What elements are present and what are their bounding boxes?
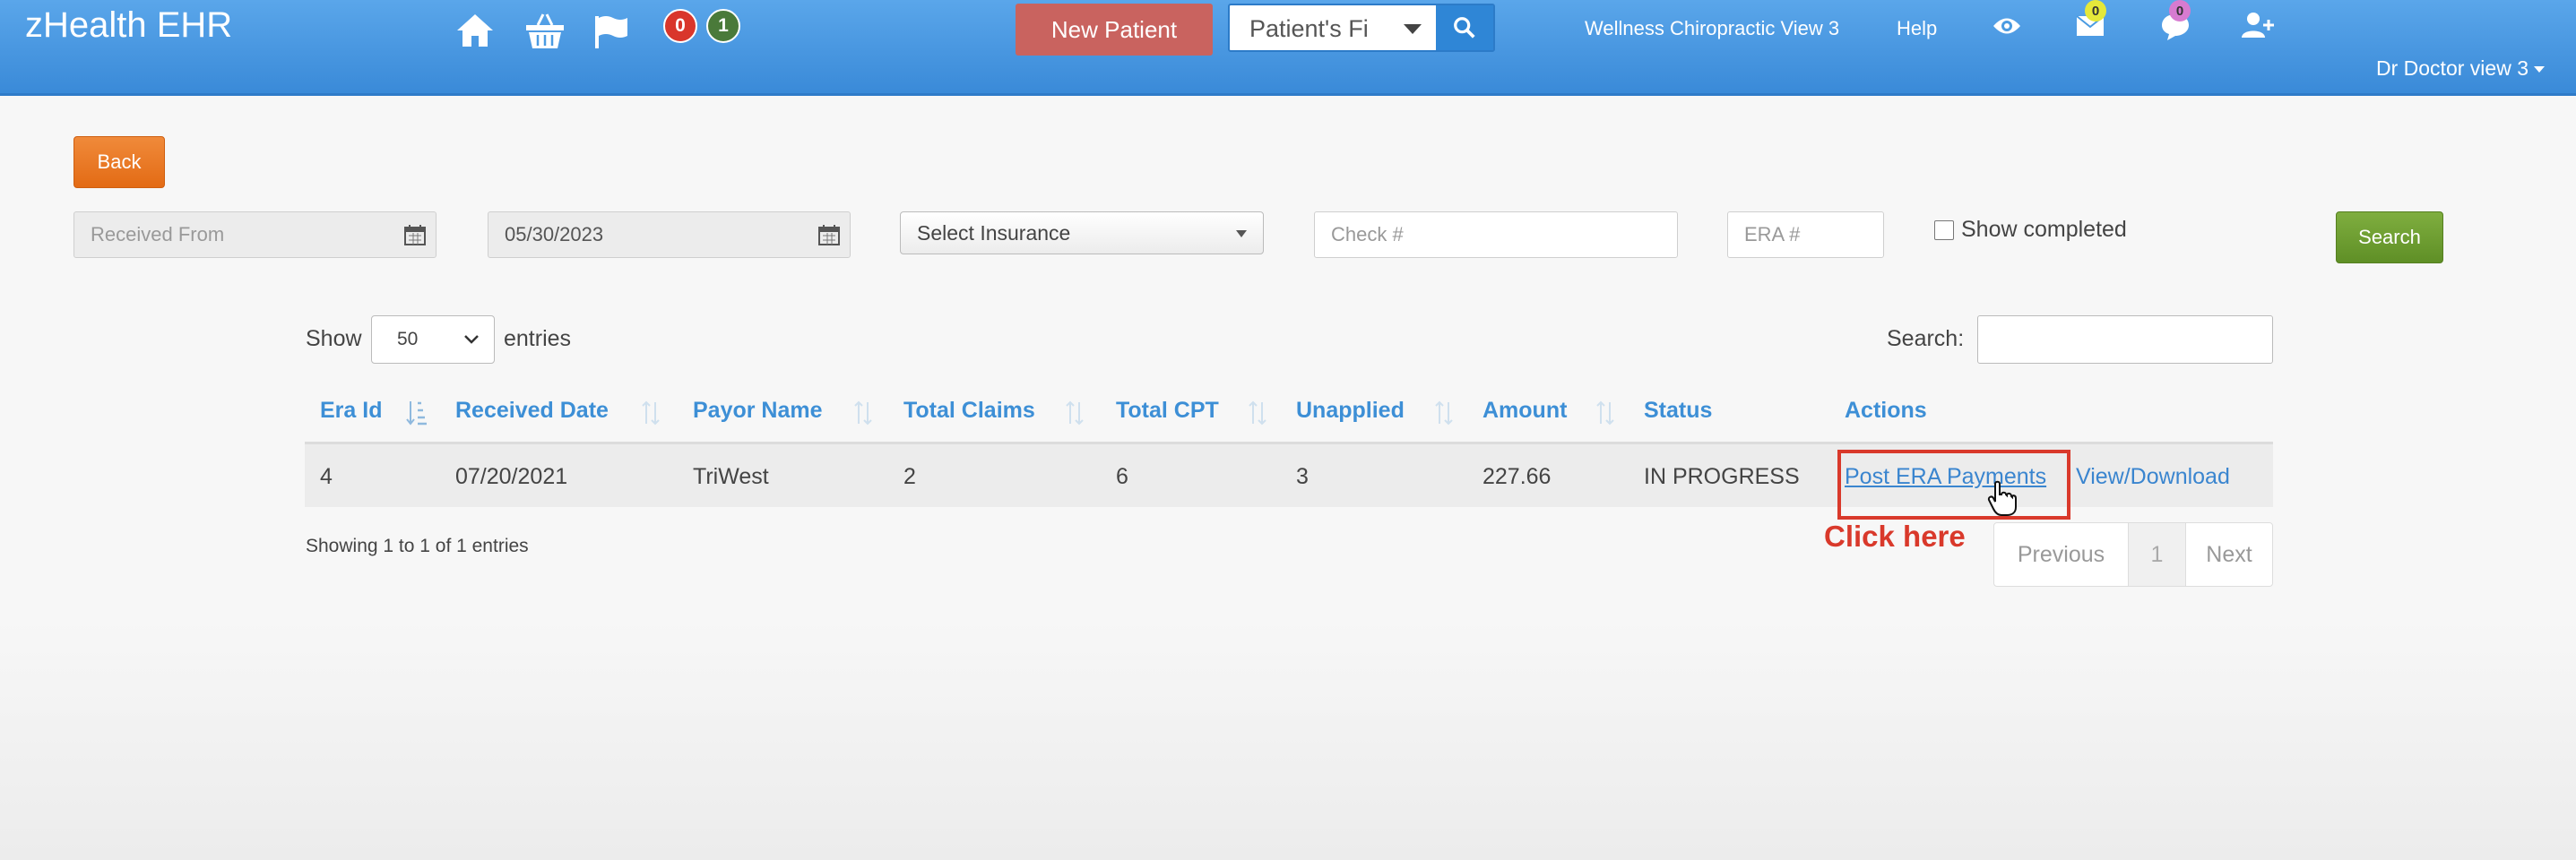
- app-title: zHealth EHR: [25, 5, 233, 45]
- received-to-value: 05/30/2023: [505, 223, 604, 245]
- chat-count-badge: 0: [2169, 0, 2191, 22]
- cell-era-id: 4: [320, 464, 333, 489]
- mail-count-badge: 0: [2085, 0, 2106, 22]
- sort-icon[interactable]: [851, 400, 875, 426]
- insurance-selected-value: Select Insurance: [917, 220, 1071, 245]
- cell-total-cpt: 6: [1116, 464, 1128, 489]
- flag-icon[interactable]: [590, 11, 633, 50]
- home-icon[interactable]: [454, 11, 497, 50]
- user-menu[interactable]: Dr Doctor view 3: [2376, 56, 2546, 81]
- help-link[interactable]: Help: [1897, 17, 1937, 40]
- cell-total-claims: 2: [903, 464, 916, 489]
- cell-unapplied: 3: [1296, 464, 1309, 489]
- chevron-down-icon[interactable]: [1404, 24, 1422, 34]
- sort-icon[interactable]: [1594, 400, 1617, 426]
- caret-down-icon: [2534, 66, 2546, 73]
- user-name: Dr Doctor view 3: [2376, 56, 2528, 80]
- column-header-amount[interactable]: Amount: [1482, 398, 1567, 424]
- sort-icon[interactable]: [639, 400, 662, 426]
- show-completed-label: Show completed: [1961, 217, 2127, 242]
- show-label: Show: [306, 326, 362, 351]
- check-number-placeholder: Check #: [1331, 223, 1404, 245]
- patient-search[interactable]: Patient's Fi: [1228, 4, 1495, 52]
- next-page-button[interactable]: Next: [2186, 523, 2272, 586]
- column-header-actions: Actions: [1845, 398, 1927, 423]
- view-download-link[interactable]: View/Download: [2076, 464, 2230, 490]
- column-header-received-date[interactable]: Received Date: [455, 398, 609, 424]
- page-length-select[interactable]: 50: [371, 315, 495, 364]
- column-header-era-id[interactable]: Era Id: [320, 398, 382, 424]
- pagination: Previous 1 Next: [1993, 522, 2273, 587]
- column-header-unapplied[interactable]: Unapplied: [1296, 398, 1405, 424]
- notification-count-badge[interactable]: 0: [663, 9, 697, 43]
- basket-icon[interactable]: [523, 11, 566, 50]
- dropdown-arrow-icon: [1236, 230, 1247, 237]
- search-button[interactable]: Search: [2336, 211, 2443, 263]
- cell-payor-name: TriWest: [693, 464, 769, 489]
- new-patient-button[interactable]: New Patient: [1016, 4, 1213, 56]
- show-completed-toggle[interactable]: Show completed: [1934, 217, 2127, 243]
- table-search-input[interactable]: [1977, 315, 2273, 364]
- patient-search-input[interactable]: Patient's Fi: [1249, 15, 1384, 43]
- search-icon[interactable]: [1436, 5, 1493, 50]
- check-number-input[interactable]: Check #: [1314, 211, 1678, 258]
- column-header-total-claims[interactable]: Total Claims: [903, 398, 1035, 424]
- back-button[interactable]: Back: [73, 136, 165, 188]
- sort-icon[interactable]: [1063, 400, 1086, 426]
- era-number-placeholder: ERA #: [1744, 223, 1801, 245]
- cell-status: IN PROGRESS: [1644, 464, 1800, 489]
- task-count-badge[interactable]: 1: [706, 9, 740, 43]
- highlight-box: [1837, 450, 2070, 520]
- received-from-input[interactable]: Received From: [73, 211, 437, 258]
- chevron-down-icon: [464, 335, 479, 344]
- sort-icon[interactable]: [1432, 400, 1456, 426]
- page-length-value: 50: [397, 329, 419, 349]
- page-1-button[interactable]: 1: [2129, 523, 2186, 586]
- add-user-icon[interactable]: [2241, 11, 2275, 39]
- top-navbar: zHealth EHR 0 1 New Patient Patient's Fi…: [0, 0, 2576, 96]
- insurance-select[interactable]: Select Insurance: [900, 211, 1264, 254]
- cell-amount: 227.66: [1482, 464, 1552, 489]
- eye-icon[interactable]: [1992, 13, 2022, 39]
- entries-label: entries: [504, 326, 572, 351]
- table-info: Showing 1 to 1 of 1 entries: [306, 536, 529, 556]
- cell-received-date: 07/20/2021: [455, 464, 568, 489]
- column-header-total-cpt[interactable]: Total CPT: [1116, 398, 1219, 424]
- clinic-selector[interactable]: Wellness Chiropractic View 3: [1585, 17, 1839, 40]
- column-header-payor-name[interactable]: Payor Name: [693, 398, 823, 424]
- table-search-label: Search:: [1887, 326, 1965, 351]
- hand-cursor-icon: [1987, 480, 2017, 516]
- received-from-placeholder: Received From: [91, 223, 225, 245]
- calendar-icon[interactable]: [403, 223, 427, 246]
- click-here-annotation: Click here: [1824, 520, 1966, 553]
- previous-page-button[interactable]: Previous: [1994, 523, 2129, 586]
- sort-icon[interactable]: [1246, 400, 1269, 426]
- show-completed-checkbox[interactable]: [1934, 219, 1954, 240]
- column-header-status[interactable]: Status: [1644, 398, 1712, 424]
- sort-ascending-icon[interactable]: [405, 400, 428, 426]
- received-to-input[interactable]: 05/30/2023: [488, 211, 851, 258]
- era-number-input[interactable]: ERA #: [1727, 211, 1884, 258]
- calendar-icon[interactable]: [817, 223, 841, 246]
